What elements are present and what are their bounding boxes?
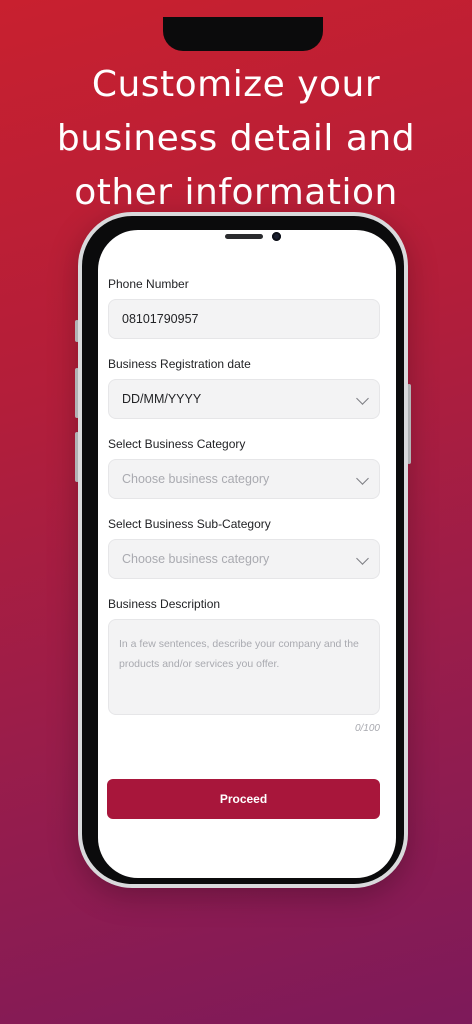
business-description-label: Business Description xyxy=(108,597,221,611)
description-char-counter: 0/100 xyxy=(354,723,380,734)
proceed-button-label: Proceed xyxy=(219,792,268,806)
chevron-down-icon xyxy=(356,472,369,485)
phone-number-label: Phone Number xyxy=(108,277,189,291)
business-category-placeholder: Choose business category xyxy=(122,472,270,486)
business-subcategory-placeholder: Choose business category xyxy=(122,552,270,566)
promo-headline: Customize your business detail and other… xyxy=(0,58,472,220)
registration-date-label: Business Registration date xyxy=(108,357,251,371)
headline-line-1: Customize your xyxy=(91,64,381,105)
chevron-down-icon xyxy=(356,392,369,405)
business-category-label: Select Business Category xyxy=(108,437,246,451)
proceed-button[interactable]: Proceed xyxy=(107,779,380,819)
business-description-textarea[interactable]: In a few sentences, describe your compan… xyxy=(108,619,380,715)
business-description-placeholder: In a few sentences, describe your compan… xyxy=(119,638,359,670)
phone-number-value: 08101790957 xyxy=(122,312,199,326)
registration-date-value: DD/MM/YYYY xyxy=(122,392,202,406)
front-camera xyxy=(272,232,281,241)
headline-line-2: business detail and xyxy=(56,118,416,159)
phone-number-input[interactable]: 08101790957 xyxy=(108,299,380,339)
business-subcategory-label: Select Business Sub-Category xyxy=(108,517,271,531)
chevron-down-icon xyxy=(356,552,369,565)
earpiece-speaker xyxy=(225,234,263,239)
phone-notch xyxy=(163,17,323,51)
business-category-select[interactable]: Choose business category xyxy=(108,459,380,499)
business-subcategory-select[interactable]: Choose business category xyxy=(108,539,380,579)
registration-date-select[interactable]: DD/MM/YYYY xyxy=(108,379,380,419)
